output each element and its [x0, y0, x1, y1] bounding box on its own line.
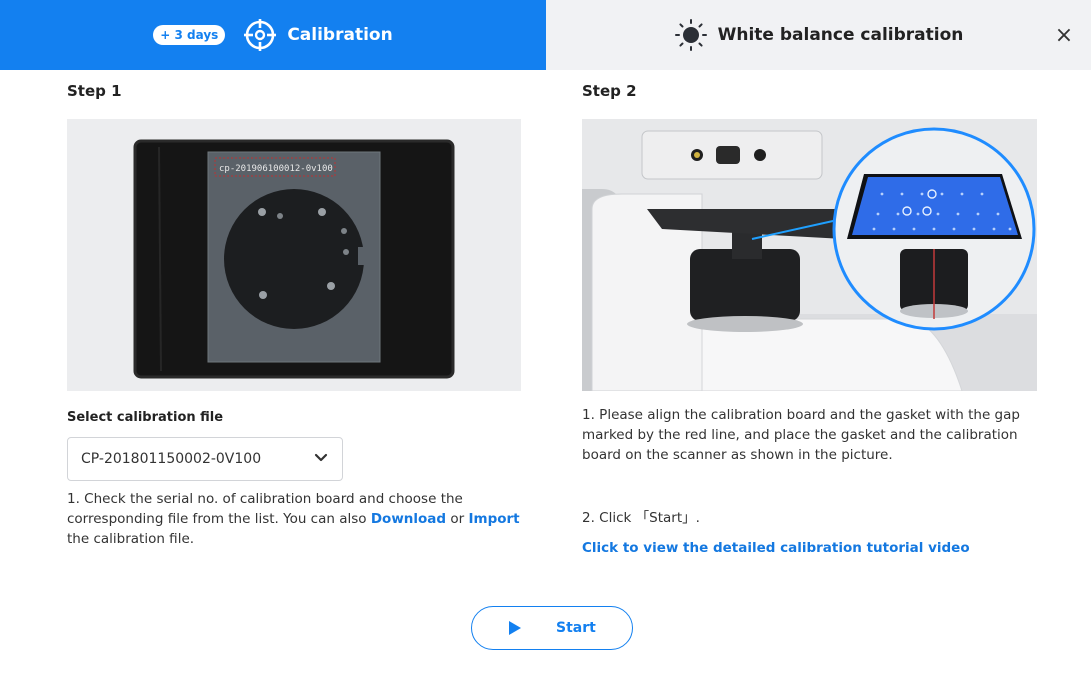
step2-title: Step 2: [582, 82, 637, 100]
step1-description: 1. Check the serial no. of calibration b…: [67, 489, 537, 549]
tab-calibration[interactable]: + 3 days Calibration: [0, 0, 546, 70]
play-icon: [509, 621, 521, 635]
tab-bar: + 3 days Calibration White balance calib…: [0, 0, 1091, 70]
calibration-board-image: cp-201906100012-0v100: [67, 119, 521, 391]
step2-description: 1. Please align the calibration board an…: [582, 407, 1020, 463]
step1-title: Step 1: [67, 82, 122, 100]
tab-white-balance[interactable]: White balance calibration: [546, 0, 1091, 70]
chevron-down-icon: [314, 453, 328, 462]
tab-calibration-label: Calibration: [287, 25, 393, 45]
board-serial: cp-201906100012-0v100: [219, 164, 333, 174]
tutorial-video-link[interactable]: Click to view the detailed calibration t…: [582, 540, 970, 556]
step2-click-start-text: 2. Click 「Start」.: [582, 510, 700, 526]
select-calibration-file-label: Select calibration file: [67, 410, 224, 425]
step1-desc-text-3: the calibration file.: [67, 531, 195, 547]
days-badge: + 3 days: [153, 25, 226, 45]
tab-white-balance-label: White balance calibration: [717, 25, 964, 45]
close-icon: ×: [1054, 22, 1074, 48]
crosshair-icon: [244, 19, 277, 51]
start-button[interactable]: Start: [471, 606, 633, 650]
download-link[interactable]: Download: [371, 511, 446, 527]
start-button-label: Start: [556, 620, 596, 636]
calibration-file-select[interactable]: CP-201801150002-0V100: [67, 437, 343, 481]
scanner-setup-image: [582, 119, 1037, 391]
step1-desc-text-2: or: [446, 511, 469, 527]
selected-file: CP-201801150002-0V100: [81, 451, 262, 467]
sun-icon: [674, 19, 707, 51]
import-link[interactable]: Import: [469, 511, 520, 527]
close-button[interactable]: ×: [1051, 22, 1077, 48]
